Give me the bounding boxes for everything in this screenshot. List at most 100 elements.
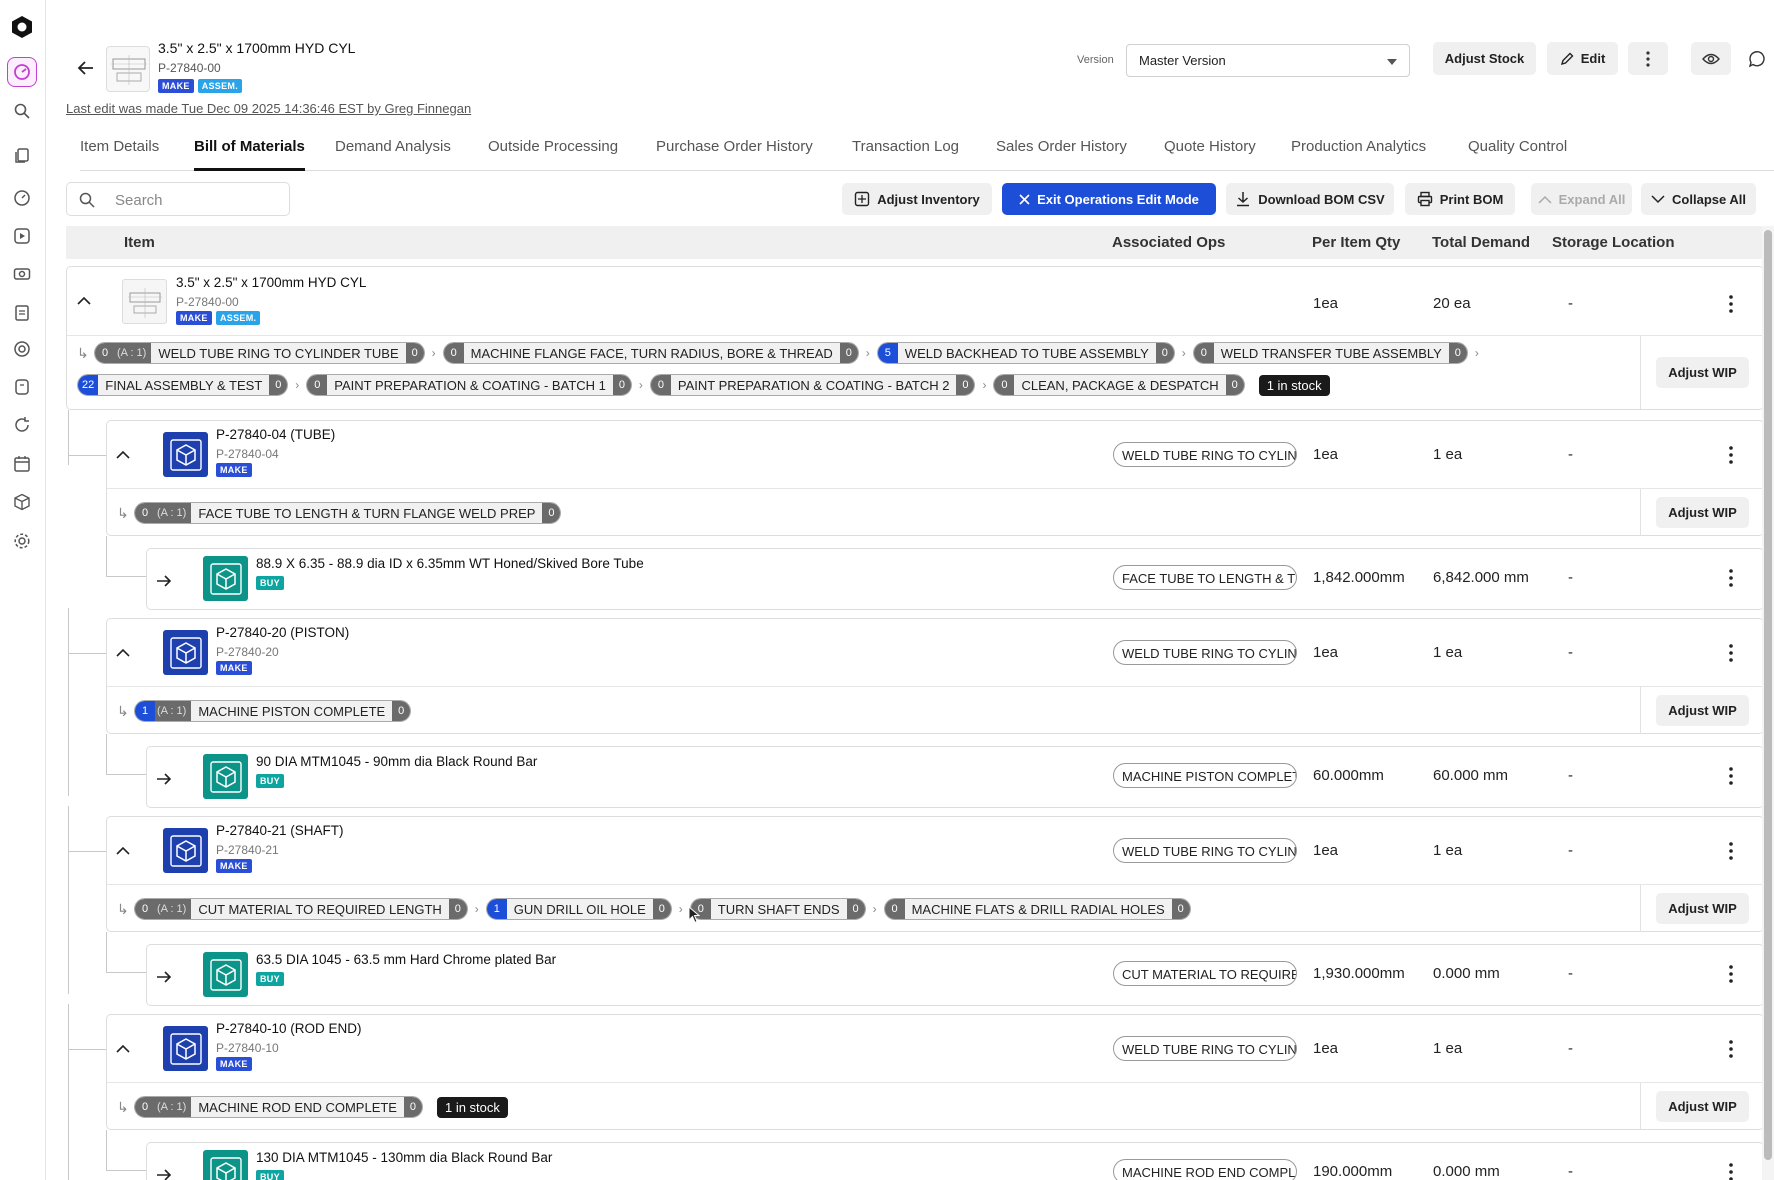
- chevron-up-icon[interactable]: [113, 445, 133, 465]
- item-name[interactable]: P-27840-20 (PISTON): [216, 625, 349, 640]
- chevron-up-icon[interactable]: [113, 1039, 133, 1059]
- item-name[interactable]: 90 DIA MTM1045 - 90mm dia Black Round Ba…: [256, 754, 537, 769]
- associated-op-chip[interactable]: WELD TUBE RING TO CYLINDER TUBE: [1113, 1036, 1297, 1061]
- operation-chip[interactable]: 0 (A : 1) FACE TUBE TO LENGTH & TURN FLANG…: [134, 502, 562, 524]
- row-menu-kebab-icon[interactable]: [1723, 841, 1739, 861]
- operation-chip[interactable]: 1 (A : 1) MACHINE PISTON COMPLETE 0: [134, 700, 412, 722]
- target-icon[interactable]: [7, 334, 37, 364]
- scrollbar-thumb[interactable]: [1764, 230, 1772, 1160]
- operation-chip[interactable]: 0 (A : 1) CUT MATERIAL TO REQUIRED LENGTH 0: [134, 898, 468, 920]
- vertical-scrollbar[interactable]: [1762, 226, 1774, 1180]
- tab-transaction-log[interactable]: Transaction Log: [852, 138, 959, 155]
- associated-op-chip[interactable]: WELD TUBE RING TO CYLINDER TUBE: [1113, 838, 1297, 863]
- adjust-stock-button[interactable]: Adjust Stock: [1433, 42, 1536, 75]
- item-name[interactable]: P-27840-21 (SHAFT): [216, 823, 344, 838]
- package-icon[interactable]: [7, 487, 37, 517]
- associated-op-chip[interactable]: FACE TUBE TO LENGTH & TURN FLANGE WELD P…: [1113, 565, 1297, 590]
- item-row[interactable]: P-27840-20 (PISTON) P-27840-20 MAKE WELD TU…: [107, 619, 1763, 687]
- operation-chip[interactable]: 1 GUN DRILL OIL HOLE 0: [485, 898, 672, 920]
- operation-chip[interactable]: 0 PAINT PREPARATION & COATING - BATCH 1 0: [306, 374, 632, 396]
- arrow-right-icon[interactable]: [155, 572, 173, 595]
- clipboard-icon[interactable]: [7, 297, 37, 327]
- adjust-wip-button[interactable]: Adjust WIP: [1656, 357, 1749, 388]
- receipt-icon[interactable]: [7, 372, 37, 402]
- item-row[interactable]: 88.9 X 6.35 - 88.9 dia ID x 6.35mm WT Ho…: [147, 546, 1763, 614]
- item-name[interactable]: 130 DIA MTM1045 - 130mm dia Black Round …: [256, 1150, 552, 1165]
- arrow-right-icon[interactable]: [155, 770, 173, 793]
- adjust-wip-button[interactable]: Adjust WIP: [1656, 695, 1749, 726]
- tab-demand-analysis[interactable]: Demand Analysis: [335, 138, 451, 155]
- item-name[interactable]: 88.9 X 6.35 - 88.9 dia ID x 6.35mm WT Ho…: [256, 556, 644, 571]
- row-menu-kebab-icon[interactable]: [1723, 568, 1739, 588]
- operation-chip[interactable]: 0 (A : 1) MACHINE ROD END COMPLETE 0: [134, 1096, 423, 1118]
- adjust-inventory-button[interactable]: Adjust Inventory: [842, 183, 992, 215]
- item-row[interactable]: 63.5 DIA 1045 - 63.5 mm Hard Chrome plat…: [147, 942, 1763, 1010]
- tab-quality-control[interactable]: Quality Control: [1468, 138, 1567, 155]
- comments-button[interactable]: [1739, 42, 1774, 75]
- row-menu-kebab-icon[interactable]: [1723, 1162, 1739, 1180]
- settings-gear-icon[interactable]: [7, 526, 37, 556]
- operation-chip[interactable]: 0 CLEAN, PACKAGE & DESPATCH 0: [993, 374, 1245, 396]
- associated-op-chip[interactable]: CUT MATERIAL TO REQUIRED LENGTH: [1113, 961, 1297, 986]
- associated-op-chip[interactable]: MACHINE ROD END COMPLETE: [1113, 1159, 1297, 1180]
- refresh-icon[interactable]: [7, 410, 37, 440]
- chevron-up-icon[interactable]: [113, 841, 133, 861]
- search-input[interactable]: Search: [66, 182, 290, 216]
- download-bom-csv-button[interactable]: Download BOM CSV: [1226, 183, 1394, 215]
- calendar-icon[interactable]: [7, 449, 37, 479]
- tab-outside-processing[interactable]: Outside Processing: [488, 138, 618, 155]
- print-bom-button[interactable]: Print BOM: [1405, 183, 1515, 215]
- tab-quote-history[interactable]: Quote History: [1164, 138, 1256, 155]
- operation-chip[interactable]: 0 TURN SHAFT ENDS 0: [689, 898, 866, 920]
- chevron-up-icon[interactable]: [113, 643, 133, 663]
- chevron-up-icon[interactable]: [74, 291, 94, 311]
- row-menu-kebab-icon[interactable]: [1723, 766, 1739, 786]
- operation-chip[interactable]: 22 FINAL ASSEMBLY & TEST 0: [77, 374, 289, 396]
- operation-chip[interactable]: 0 MACHINE FLATS & DRILL RADIAL HOLES 0: [883, 898, 1191, 920]
- dashboard-icon[interactable]: [7, 57, 37, 87]
- tab-purchase-order-history[interactable]: Purchase Order History: [656, 138, 813, 155]
- play-icon[interactable]: [7, 221, 37, 251]
- adjust-wip-button[interactable]: Adjust WIP: [1656, 893, 1749, 924]
- item-row[interactable]: P-27840-04 (TUBE) P-27840-04 MAKE WELD TUBE…: [107, 421, 1763, 489]
- operation-chip[interactable]: 0 PAINT PREPARATION & COATING - BATCH 2 0: [649, 374, 976, 396]
- arrow-right-icon[interactable]: [155, 968, 173, 991]
- operation-chip[interactable]: 0 MACHINE FLANGE FACE, TURN RADIUS, BORE …: [442, 342, 859, 364]
- row-menu-kebab-icon[interactable]: [1723, 964, 1739, 984]
- item-name[interactable]: 63.5 DIA 1045 - 63.5 mm Hard Chrome plat…: [256, 952, 556, 967]
- row-menu-kebab-icon[interactable]: [1723, 294, 1739, 314]
- money-icon[interactable]: [7, 259, 37, 289]
- item-row[interactable]: 3.5" x 2.5" x 1700mm HYD CYL P-27840-00 MA…: [67, 267, 1763, 335]
- associated-op-chip[interactable]: WELD TUBE RING TO CYLINDER TUBE: [1113, 640, 1297, 665]
- tab-item-details[interactable]: Item Details: [80, 138, 159, 155]
- back-arrow-icon[interactable]: [74, 56, 98, 80]
- copy-icon[interactable]: [7, 140, 37, 170]
- last-edit-link[interactable]: Last edit was made Tue Dec 09 2025 14:36…: [66, 101, 471, 116]
- associated-op-chip[interactable]: WELD TUBE RING TO CYLINDER TUBE: [1113, 442, 1297, 467]
- search-icon[interactable]: [7, 96, 37, 126]
- tab-bill-of-materials[interactable]: Bill of Materials: [194, 138, 305, 171]
- row-menu-kebab-icon[interactable]: [1723, 1039, 1739, 1059]
- item-row[interactable]: 90 DIA MTM1045 - 90mm dia Black Round Ba…: [147, 744, 1763, 812]
- item-name[interactable]: P-27840-04 (TUBE): [216, 427, 335, 442]
- watch-button[interactable]: [1691, 42, 1731, 75]
- operation-chip[interactable]: 0 (A : 1) WELD TUBE RING TO CYLINDER TUBE 0: [94, 342, 425, 364]
- version-select[interactable]: Master Version: [1126, 44, 1410, 77]
- associated-op-chip[interactable]: MACHINE PISTON COMPLETE: [1113, 763, 1297, 788]
- more-options-button[interactable]: [1628, 42, 1668, 75]
- expand-all-button[interactable]: Expand All: [1531, 183, 1632, 215]
- collapse-all-button[interactable]: Collapse All: [1641, 183, 1756, 215]
- row-menu-kebab-icon[interactable]: [1723, 445, 1739, 465]
- operation-chip[interactable]: 5 WELD BACKHEAD TO TUBE ASSEMBLY 0: [876, 342, 1175, 364]
- edit-button[interactable]: Edit: [1547, 42, 1618, 75]
- item-row[interactable]: P-27840-10 (ROD END) P-27840-10 MAKE WELD T…: [107, 1015, 1763, 1083]
- gauge-icon[interactable]: [7, 183, 37, 213]
- arrow-right-icon[interactable]: [155, 1166, 173, 1180]
- adjust-wip-button[interactable]: Adjust WIP: [1656, 497, 1749, 528]
- tab-production-analytics[interactable]: Production Analytics: [1291, 138, 1426, 155]
- row-menu-kebab-icon[interactable]: [1723, 643, 1739, 663]
- operation-chip[interactable]: 0 WELD TRANSFER TUBE ASSEMBLY 0: [1192, 342, 1468, 364]
- item-row[interactable]: P-27840-21 (SHAFT) P-27840-21 MAKE WELD TUB…: [107, 817, 1763, 885]
- app-logo-icon[interactable]: [7, 12, 37, 42]
- tab-sales-order-history[interactable]: Sales Order History: [996, 138, 1127, 155]
